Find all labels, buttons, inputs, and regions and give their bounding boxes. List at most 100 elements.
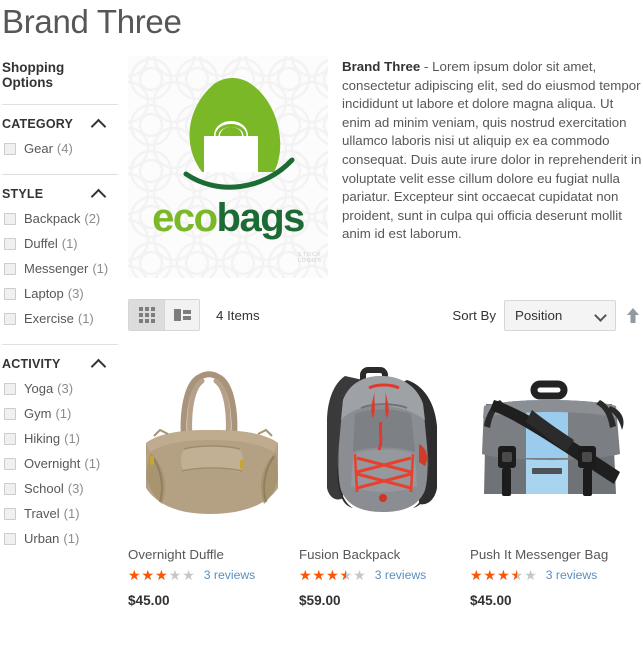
sort-by-select[interactable]: Position: [504, 299, 616, 331]
filter-option[interactable]: Exercise (1): [2, 311, 118, 327]
filter-option-label: Gear: [24, 141, 53, 156]
filter-option-count: (3): [67, 481, 84, 496]
filter-options: Backpack (2) Duffel (1) Messenger (1) Laptop (3…: [2, 211, 118, 327]
filter-header-style[interactable]: STYLE: [2, 187, 118, 201]
items-count: 4 Items: [216, 307, 260, 323]
brand-description: Brand Three - Lorem ipsum dolor sit amet…: [328, 56, 643, 278]
ecobags-leaf-bag-logo-icon: [183, 78, 295, 190]
wordmark-eco: eco: [152, 196, 218, 240]
messenger-bag-illustration: [482, 380, 624, 496]
filter-header-label: CATEGORY: [2, 117, 74, 131]
product-price: $45.00: [128, 593, 170, 608]
filter-header-category[interactable]: CATEGORY: [2, 117, 118, 131]
product-image[interactable]: [128, 348, 299, 538]
filter-option[interactable]: Hiking (1): [2, 431, 118, 447]
filter-option[interactable]: Overnight (1): [2, 456, 118, 472]
product-card[interactable]: Overnight Duffle ★★★★★★★★★★ 3 reviews $45.0…: [128, 348, 299, 608]
filter-option-label: Yoga: [24, 381, 54, 396]
filter-option-label: Duffel: [24, 236, 58, 251]
checkbox-icon[interactable]: [4, 143, 16, 155]
product-reviews-link[interactable]: 3 reviews: [375, 568, 426, 582]
brand-name: Brand Three: [342, 59, 421, 74]
wordmark-bags: bags: [216, 196, 306, 240]
filter-option-count: (2): [84, 211, 101, 226]
checkbox-icon[interactable]: [4, 288, 16, 300]
filter-header-activity[interactable]: ACTIVITY: [2, 357, 118, 371]
filter-option-label: Hiking: [24, 431, 61, 446]
checkbox-icon[interactable]: [4, 263, 16, 275]
product-reviews-link[interactable]: 3 reviews: [204, 568, 255, 582]
filter-options: Yoga (3) Gym (1) Hiking (1) Overnight (1) School…: [2, 381, 118, 547]
filter-option-label: School: [24, 481, 64, 496]
filter-option[interactable]: Gym (1): [2, 406, 118, 422]
filter-option[interactable]: Messenger (1): [2, 261, 118, 277]
filter-option-label: Messenger: [24, 261, 89, 276]
checkbox-icon[interactable]: [4, 408, 16, 420]
grid-view-button[interactable]: [129, 300, 164, 330]
filter-block-category: CATEGORY Gear (4): [2, 104, 118, 174]
checkbox-icon[interactable]: [4, 533, 16, 545]
filter-option[interactable]: Duffel (1): [2, 236, 118, 252]
product-image[interactable]: [299, 348, 470, 538]
checkbox-icon[interactable]: [4, 433, 16, 445]
filter-option-label: Travel: [24, 506, 60, 521]
page-layout: Shopping Options CATEGORY Gear (4) STYLE Bac…: [0, 42, 643, 608]
product-card[interactable]: Push It Messenger Bag ★★★★★★★★★★ 3 reviews…: [470, 348, 641, 608]
sort-by-value: Position: [515, 307, 563, 323]
arrow-up-icon: [627, 308, 639, 323]
chevron-down-icon: [595, 311, 607, 319]
sort-direction-button[interactable]: [625, 305, 641, 325]
product-name[interactable]: Overnight Duffle: [128, 546, 299, 563]
checkbox-icon[interactable]: [4, 508, 16, 520]
filter-option[interactable]: Travel (1): [2, 506, 118, 522]
filter-option[interactable]: Laptop (3): [2, 286, 118, 302]
product-price: $45.00: [470, 593, 512, 608]
filter-block-style: STYLE Backpack (2) Duffel (1) Messenger (1) Lap…: [2, 174, 118, 344]
filter-header-label: ACTIVITY: [2, 357, 61, 371]
checkbox-icon[interactable]: [4, 238, 16, 250]
filter-option-count: (1): [63, 506, 80, 521]
filter-option[interactable]: Gear (4): [2, 141, 118, 157]
backpack-illustration: [327, 367, 437, 512]
filter-header-label: STYLE: [2, 187, 44, 201]
product-name[interactable]: Push It Messenger Bag: [470, 546, 641, 563]
filter-option[interactable]: Urban (1): [2, 531, 118, 547]
list-view-button[interactable]: [164, 300, 199, 330]
product-price: $59.00: [299, 593, 341, 608]
stock-logos-watermark: STOCK LOGOS: [297, 252, 322, 264]
filter-option-label: Laptop: [24, 286, 64, 301]
shopping-options-heading: Shopping Options: [2, 60, 65, 90]
filter-option-count: (1): [55, 406, 72, 421]
filter-block-activity: ACTIVITY Yoga (3) Gym (1) Hiking (1) Overnight(…: [2, 344, 118, 564]
filter-option-count: (3): [57, 381, 74, 396]
checkbox-icon[interactable]: [4, 383, 16, 395]
filter-option[interactable]: Backpack (2): [2, 211, 118, 227]
rating-stars: ★★★★★★★★★★: [299, 568, 367, 582]
filter-option[interactable]: School (3): [2, 481, 118, 497]
list-icon: [173, 309, 191, 321]
product-rating: ★★★★★★★★★★ 3 reviews: [128, 568, 299, 582]
product-reviews-link[interactable]: 3 reviews: [546, 568, 597, 582]
filter-option[interactable]: Yoga (3): [2, 381, 118, 397]
brand-logo: ecobags STOCK LOGOS: [128, 56, 328, 278]
filter-option-count: (1): [64, 431, 81, 446]
product-image[interactable]: [470, 348, 641, 538]
watermark-line-two: LOGOS: [297, 258, 322, 264]
filter-option-label: Gym: [24, 406, 52, 421]
view-mode-switcher: [128, 299, 200, 331]
product-rating: ★★★★★★★★★★ 3 reviews: [299, 568, 470, 582]
filter-option-count: (1): [61, 236, 78, 251]
filter-option-label: Overnight: [24, 456, 81, 471]
filter-block-list: CATEGORY Gear (4) STYLE Backpack (2) Duffel (1)…: [2, 104, 118, 564]
filter-option-label: Exercise: [24, 311, 74, 326]
product-card[interactable]: Fusion Backpack ★★★★★★★★★★ 3 reviews $59.00: [299, 348, 470, 608]
ecobags-wordmark: ecobags: [128, 196, 328, 241]
product-name[interactable]: Fusion Backpack: [299, 546, 470, 563]
checkbox-icon[interactable]: [4, 213, 16, 225]
rating-stars-filled: ★★★★★: [128, 568, 169, 582]
checkbox-icon[interactable]: [4, 483, 16, 495]
checkbox-icon[interactable]: [4, 313, 16, 325]
checkbox-icon[interactable]: [4, 458, 16, 470]
grid-icon: [138, 307, 155, 323]
brand-separator: -: [420, 59, 433, 74]
